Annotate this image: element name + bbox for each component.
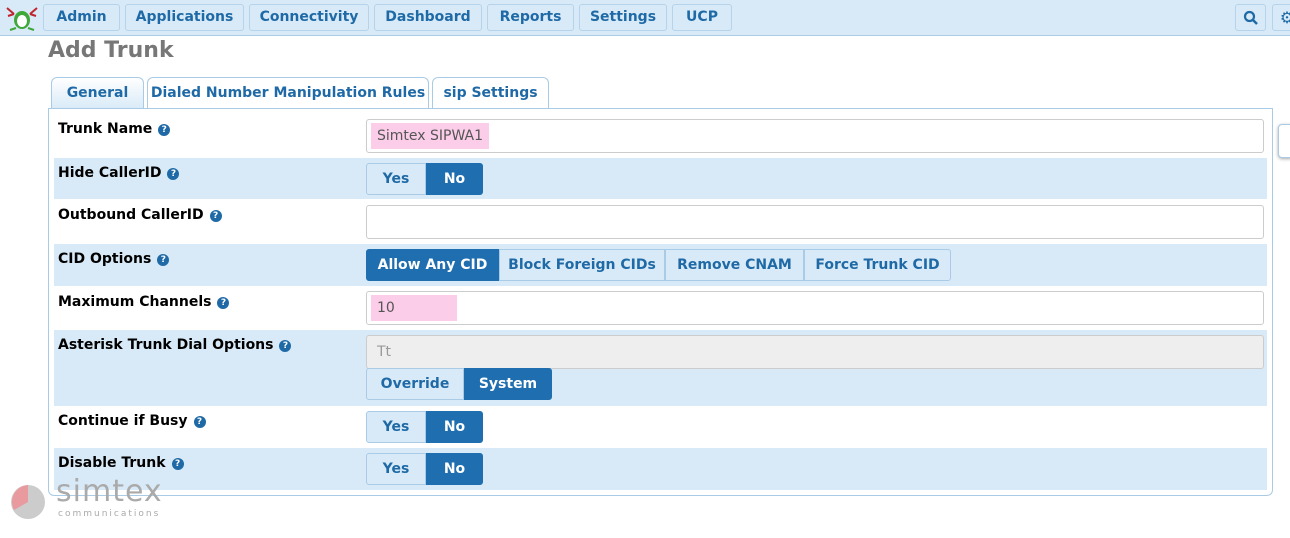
nav-connectivity[interactable]: Connectivity bbox=[249, 4, 369, 31]
disable-trunk-toggle: Yes No bbox=[366, 453, 483, 485]
gear-icon: ⚙ bbox=[1279, 8, 1290, 27]
page-title: Add Trunk bbox=[48, 38, 174, 63]
tab-dialed-number-rules[interactable]: Dialed Number Manipulation Rules bbox=[147, 77, 429, 109]
dial-options-override[interactable]: Override bbox=[366, 368, 464, 400]
hide-callerid-toggle: Yes No bbox=[366, 163, 483, 195]
hide-callerid-no[interactable]: No bbox=[426, 163, 483, 195]
disable-trunk-label: Disable Trunk bbox=[58, 455, 166, 471]
top-nav-bar: Admin Applications Connectivity Dashboar… bbox=[0, 0, 1290, 36]
dial-options-label: Asterisk Trunk Dial Options bbox=[58, 337, 274, 353]
row-cid-options: CID Options? Allow Any CID Block Foreign… bbox=[54, 244, 1267, 286]
nav-dashboard[interactable]: Dashboard bbox=[374, 4, 482, 31]
help-icon[interactable]: ? bbox=[217, 297, 230, 309]
nav-applications[interactable]: Applications bbox=[125, 4, 244, 31]
simtex-tagline: communications bbox=[58, 509, 161, 519]
dial-options-toggle: Override System bbox=[366, 368, 552, 400]
trunk-name-input[interactable]: Simtex SIPWA1 bbox=[366, 119, 1264, 153]
help-icon[interactable]: ? bbox=[279, 340, 292, 352]
tab-general[interactable]: General bbox=[51, 77, 144, 109]
outbound-callerid-label: Outbound CallerID bbox=[58, 207, 204, 223]
freepbx-frog-logo-icon[interactable] bbox=[4, 4, 40, 32]
max-channels-label: Maximum Channels bbox=[58, 294, 212, 310]
help-icon[interactable]: ? bbox=[209, 210, 222, 222]
help-icon[interactable]: ? bbox=[193, 416, 206, 428]
search-icon bbox=[1243, 10, 1258, 25]
cid-remove-cnam[interactable]: Remove CNAM bbox=[665, 249, 804, 281]
side-drawer-handle[interactable] bbox=[1278, 124, 1290, 158]
settings-button[interactable]: ⚙ bbox=[1272, 4, 1290, 31]
cid-block-foreign[interactable]: Block Foreign CIDs bbox=[499, 249, 665, 281]
row-dial-options: Asterisk Trunk Dial Options? Tt Override… bbox=[54, 330, 1267, 406]
continue-busy-yes[interactable]: Yes bbox=[366, 411, 426, 443]
simtex-brand-name: simtex bbox=[56, 474, 163, 509]
cid-options-group: Allow Any CID Block Foreign CIDs Remove … bbox=[366, 249, 951, 281]
continue-busy-toggle: Yes No bbox=[366, 411, 483, 443]
trunk-name-label: Trunk Name bbox=[58, 121, 153, 137]
row-max-channels: Maximum Channels? 10 bbox=[54, 287, 1267, 329]
disable-trunk-yes[interactable]: Yes bbox=[366, 453, 426, 485]
help-icon[interactable]: ? bbox=[171, 458, 184, 470]
nav-admin[interactable]: Admin bbox=[43, 4, 120, 31]
help-icon[interactable]: ? bbox=[158, 124, 171, 136]
tab-sip-settings[interactable]: sip Settings bbox=[432, 77, 549, 109]
outbound-callerid-input[interactable] bbox=[366, 205, 1264, 239]
row-trunk-name: Trunk Name? Simtex SIPWA1 bbox=[54, 114, 1267, 156]
disable-trunk-no[interactable]: No bbox=[426, 453, 483, 485]
row-continue-busy: Continue if Busy? Yes No bbox=[54, 406, 1267, 448]
cid-force-trunk[interactable]: Force Trunk CID bbox=[804, 249, 951, 281]
row-outbound-callerid: Outbound CallerID? bbox=[54, 200, 1267, 243]
continue-busy-label: Continue if Busy bbox=[58, 413, 188, 429]
help-icon[interactable]: ? bbox=[157, 254, 170, 266]
nav-ucp[interactable]: UCP bbox=[672, 4, 732, 31]
row-hide-callerid: Hide CallerID? Yes No bbox=[54, 158, 1267, 199]
row-disable-trunk: Disable Trunk? Yes No bbox=[54, 448, 1267, 490]
hide-callerid-yes[interactable]: Yes bbox=[366, 163, 426, 195]
dial-options-system[interactable]: System bbox=[464, 368, 552, 400]
max-channels-input[interactable]: 10 bbox=[366, 291, 1264, 325]
hide-callerid-label: Hide CallerID bbox=[58, 165, 162, 181]
cid-allow-any[interactable]: Allow Any CID bbox=[366, 249, 499, 281]
cid-options-label: CID Options bbox=[58, 251, 152, 267]
simtex-logo-icon bbox=[11, 485, 45, 519]
nav-settings[interactable]: Settings bbox=[579, 4, 667, 31]
dial-options-input[interactable]: Tt bbox=[366, 335, 1264, 369]
search-button[interactable] bbox=[1235, 4, 1266, 31]
continue-busy-no[interactable]: No bbox=[426, 411, 483, 443]
help-icon[interactable]: ? bbox=[167, 168, 180, 180]
nav-reports[interactable]: Reports bbox=[487, 4, 574, 31]
